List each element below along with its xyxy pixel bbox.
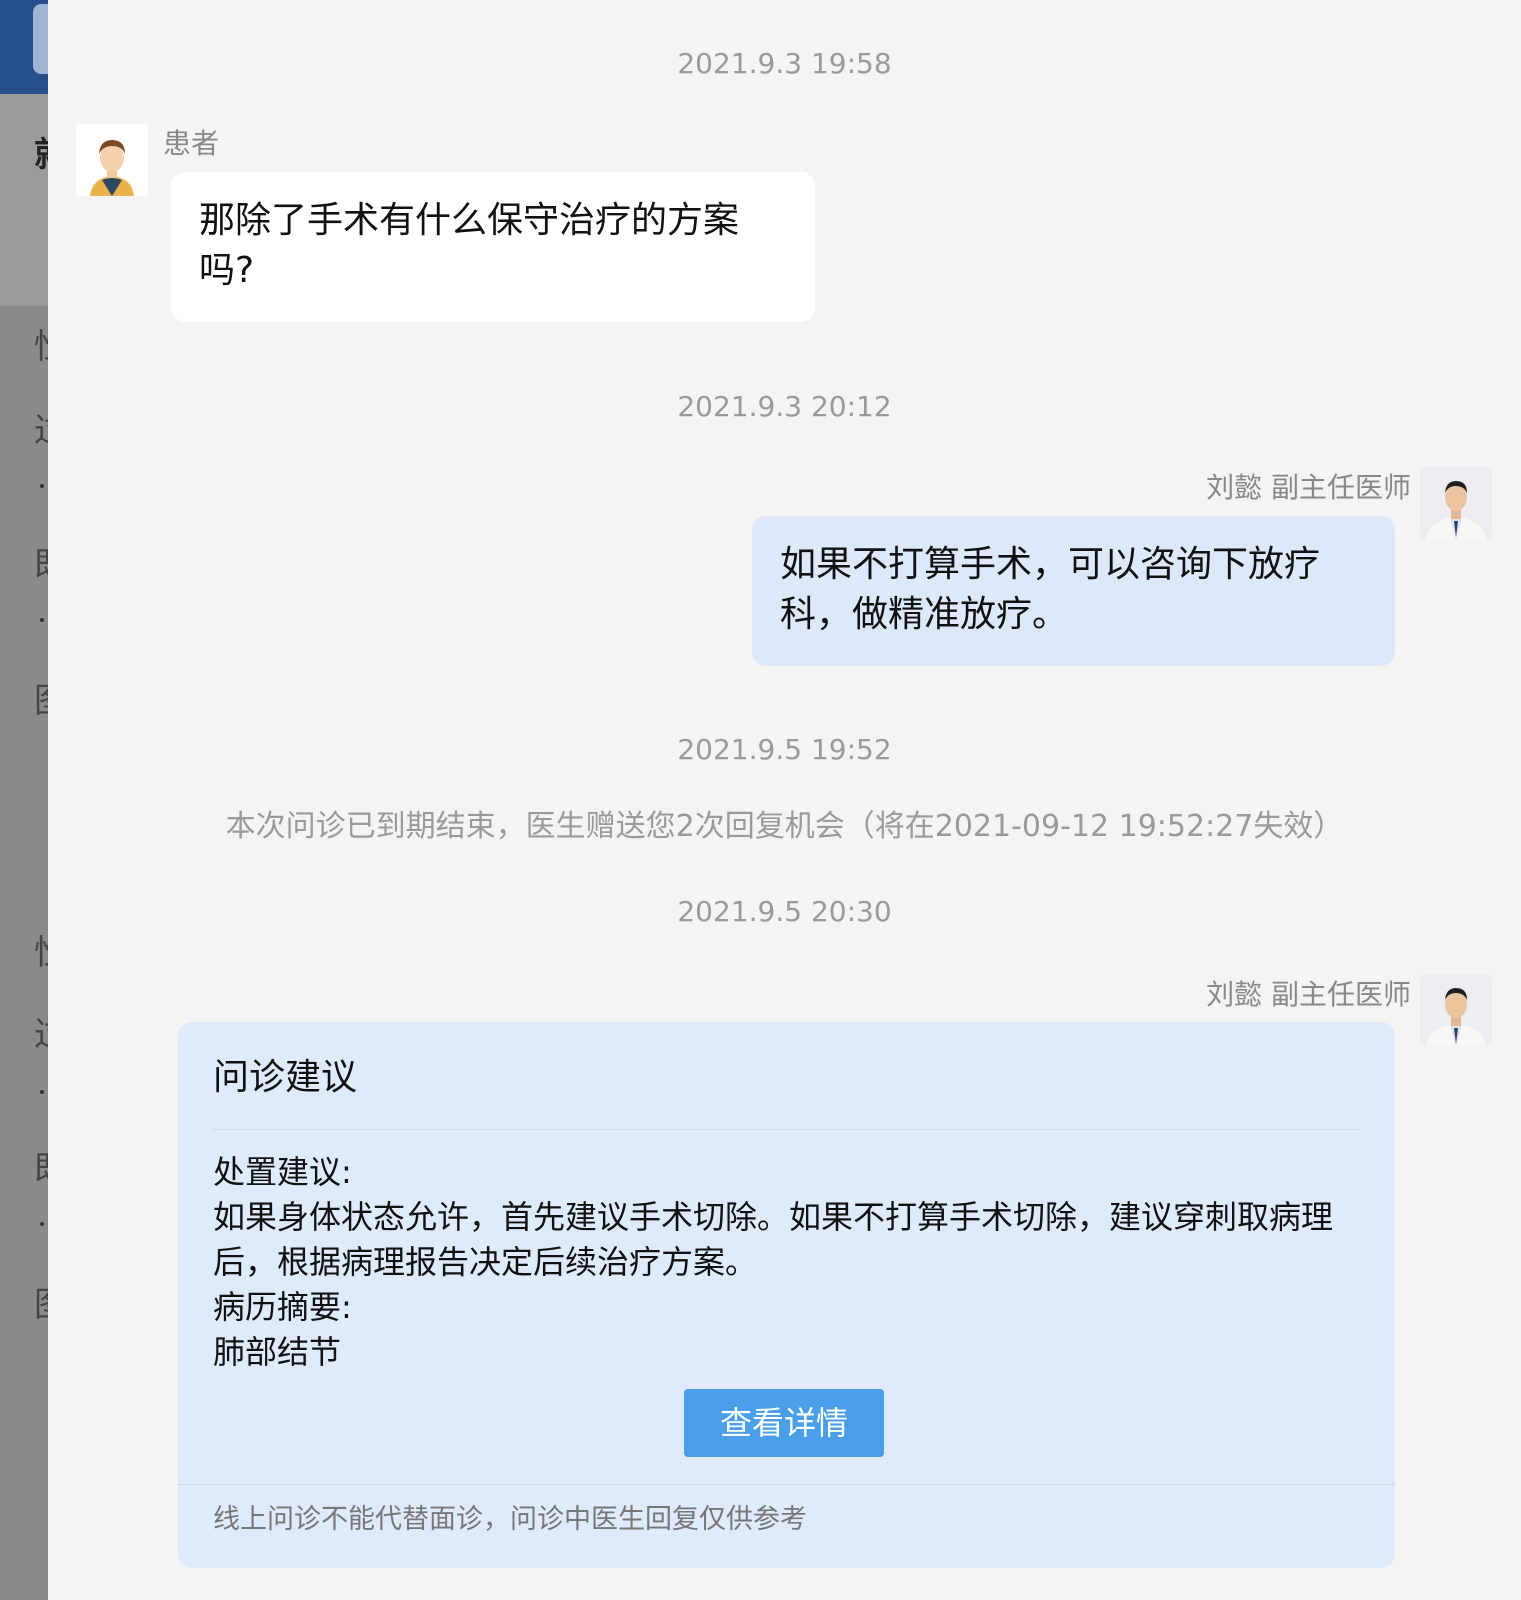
- background-header: [0, 94, 48, 306]
- message-timestamp: 2021.9.5 20:30: [677, 895, 892, 928]
- message-timestamp: 2021.9.3 19:58: [677, 47, 892, 80]
- patient-avatar[interactable]: [76, 124, 148, 196]
- sender-name: 刘懿 副主任医师: [1206, 471, 1411, 504]
- screen: 就 性 过 既 图 性 过 既 图 2021.9.3 19:58 患者: [0, 0, 1521, 1600]
- message-timestamp: 2021.9.3 20:12: [677, 390, 892, 423]
- background-topbar-button: [33, 4, 48, 74]
- card-body: 处置建议: 如果身体状态允许，首先建议手术切除。如果不打算手术切除，建议穿刺取病…: [213, 1150, 1363, 1375]
- background-glyph: 性: [34, 330, 48, 364]
- summary-text: 肺部结节: [213, 1333, 342, 1371]
- doctor-avatar[interactable]: [1420, 467, 1492, 539]
- background-glyph: 就: [34, 138, 48, 172]
- doctor-avatar[interactable]: [1420, 974, 1492, 1046]
- background-glyph: 过: [34, 414, 48, 448]
- card-disclaimer: 线上问诊不能代替面诊，问诊中医生回复仅供参考: [213, 1504, 807, 1535]
- background-glyph: 既: [34, 548, 48, 582]
- consultation-advice-card: 问诊建议 处置建议: 如果身体状态允许，首先建议手术切除。如果不打算手术切除，建…: [178, 1022, 1395, 1568]
- background-glyph: 图: [34, 684, 48, 718]
- sender-name: 刘懿 副主任医师: [1206, 978, 1411, 1011]
- sender-name: 患者: [163, 127, 220, 160]
- card-footer-divider: [178, 1484, 1395, 1485]
- view-details-button[interactable]: 查看详情: [684, 1389, 884, 1457]
- background-page-strip: 就 性 过 既 图 性 过 既 图: [0, 0, 48, 1600]
- background-dot: [40, 484, 44, 488]
- doctor-message-bubble: 如果不打算手术，可以咨询下放疗科，做精准放疗。: [752, 516, 1395, 666]
- background-dot: [40, 1090, 44, 1094]
- doctor-avatar-icon: [1420, 974, 1492, 1046]
- disposal-text: 如果身体状态允许，首先建议手术切除。如果不打算手术切除，建议穿刺取病理后，根据病…: [213, 1198, 1334, 1281]
- chat-panel[interactable]: 2021.9.3 19:58 患者 那除了手术有什么保守治疗的方案吗? 2021…: [48, 0, 1521, 1600]
- patient-avatar-icon: [76, 124, 148, 196]
- disposal-label: 处置建议:: [213, 1153, 352, 1191]
- background-glyph: 图: [34, 1288, 48, 1322]
- message-text: 那除了手术有什么保守治疗的方案吗?: [199, 200, 740, 291]
- patient-message-bubble: 那除了手术有什么保守治疗的方案吗?: [171, 172, 815, 322]
- summary-label: 病历摘要:: [213, 1288, 352, 1326]
- card-title: 问诊建议: [213, 1057, 358, 1098]
- system-notice: 本次问诊已到期结束，医生赠送您2次回复机会（将在2021-09-12 19:52…: [225, 809, 1344, 844]
- message-text: 如果不打算手术，可以咨询下放疗科，做精准放疗。: [780, 544, 1321, 635]
- background-dot: [40, 1222, 44, 1226]
- card-divider: [213, 1129, 1360, 1130]
- doctor-avatar-icon: [1420, 467, 1492, 539]
- message-timestamp: 2021.9.5 19:52: [677, 733, 892, 766]
- background-dot: [40, 618, 44, 622]
- background-glyph: 性: [34, 936, 48, 970]
- background-glyph: 既: [34, 1152, 48, 1186]
- background-glyph: 过: [34, 1018, 48, 1052]
